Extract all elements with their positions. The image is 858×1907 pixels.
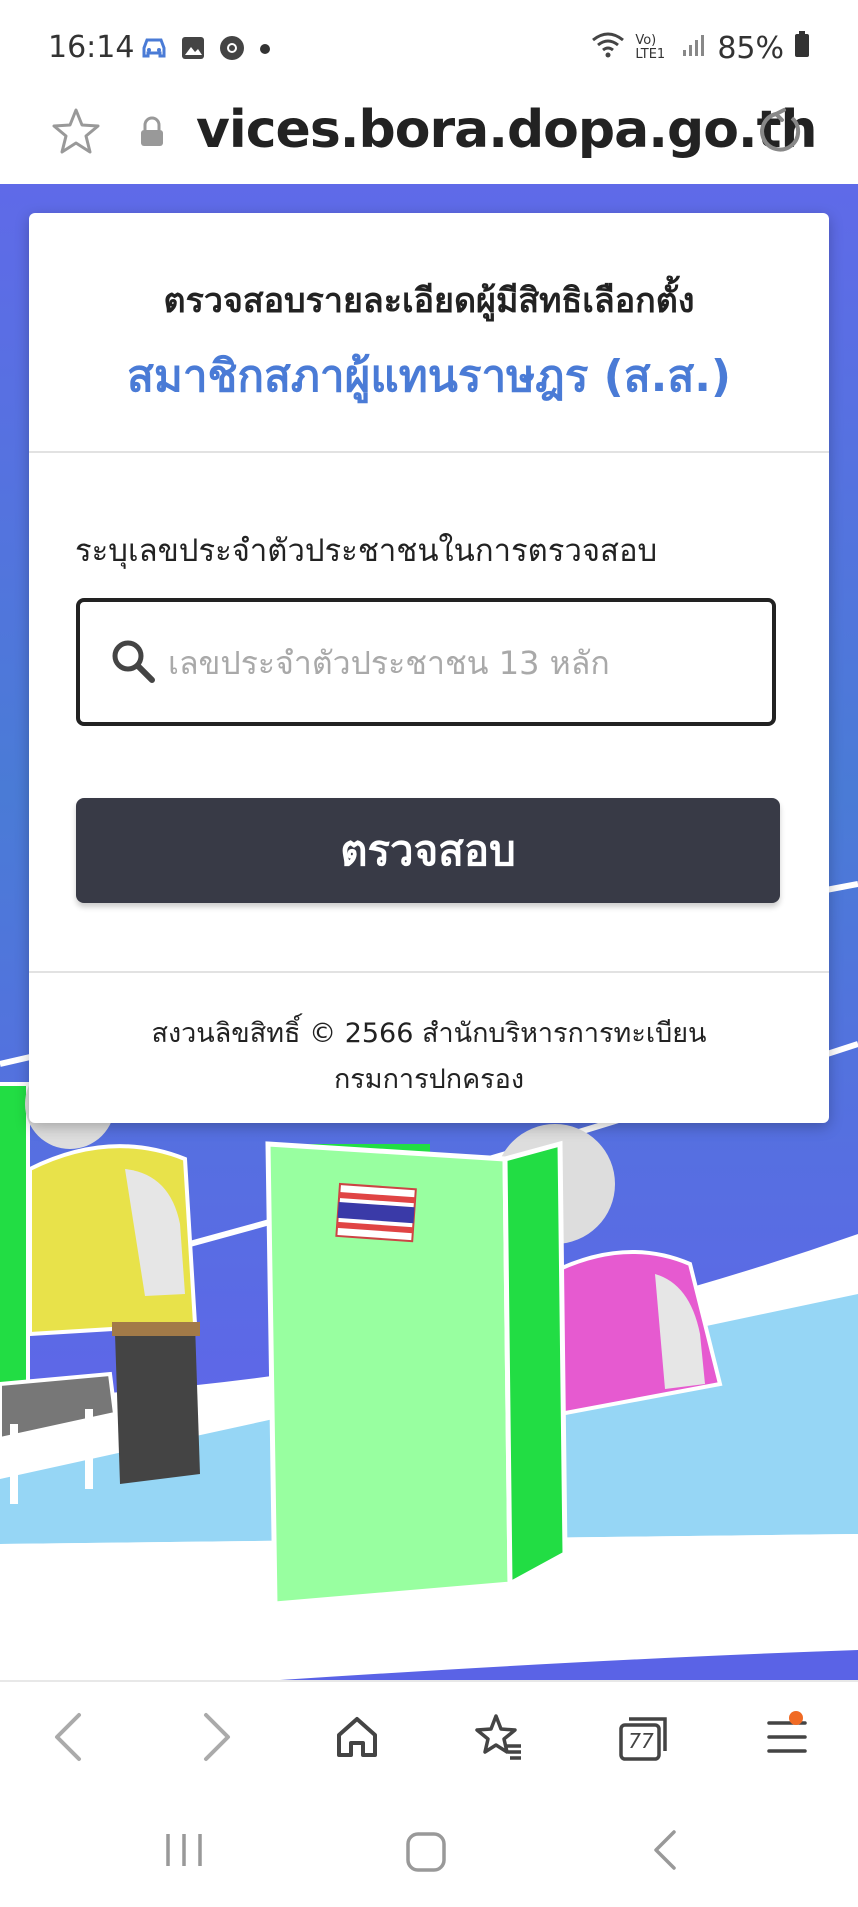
signal-icon: [681, 31, 707, 66]
notification-dot: [789, 1711, 803, 1725]
battery-icon: [794, 30, 810, 66]
wifi-icon: [591, 30, 625, 66]
page-title: ตรวจสอบรายละเอียดผู้มีสิทธิเลือกตั้ง: [163, 281, 695, 321]
lock-icon: [138, 116, 166, 152]
network-label: Vo) LTE1: [635, 33, 666, 62]
car-icon: [140, 36, 168, 64]
chrome-icon: [218, 34, 246, 66]
back-button[interactable]: [34, 1704, 104, 1774]
card-header: ตรวจสอบรายละเอียดผู้มีสิทธิเลือกตั้ง สมา…: [29, 213, 829, 453]
system-nav-bar: [0, 1790, 858, 1907]
back-icon: [49, 1711, 89, 1767]
url-bar[interactable]: vices.bora.dopa.go.th: [0, 96, 858, 186]
status-right: Vo) LTE1 85%: [591, 30, 810, 66]
status-time: 16:14: [48, 30, 135, 65]
menu-icon: [765, 1711, 809, 1761]
home-system-icon[interactable]: [404, 1830, 448, 1878]
tab-count: 77: [628, 1729, 654, 1753]
system-back-icon[interactable]: [650, 1828, 680, 1876]
forward-button[interactable]: [181, 1704, 251, 1774]
status-bar: 16:14 Vo) LTE1 85%: [0, 0, 858, 96]
id-field-label: ระบุเลขประจำตัวประชาชนในการตรวจสอบ: [75, 533, 658, 569]
home-button[interactable]: [322, 1704, 392, 1774]
home-icon: [333, 1713, 381, 1765]
id-search-box[interactable]: [76, 598, 776, 726]
check-voter-card: ตรวจสอบรายละเอียดผู้มีสิทธิเลือกตั้ง สมา…: [29, 213, 829, 1123]
dot-icon: [258, 41, 272, 60]
department-text: กรมการปกครอง: [333, 1064, 525, 1095]
check-button[interactable]: ตรวจสอบ: [76, 798, 780, 903]
star-icon[interactable]: [50, 106, 102, 162]
forward-icon: [196, 1711, 236, 1767]
url-text[interactable]: vices.bora.dopa.go.th: [196, 100, 818, 160]
tabs-icon: 77: [617, 1715, 669, 1763]
tabs-button[interactable]: 77: [608, 1704, 678, 1774]
page-subtitle: สมาชิกสภาผู้แทนราษฎร (ส.ส.): [126, 351, 732, 402]
recent-apps-icon[interactable]: [162, 1830, 206, 1874]
image-icon: [180, 35, 206, 65]
bookmarks-button[interactable]: [464, 1704, 534, 1774]
battery-percent: 85%: [717, 30, 784, 66]
status-icons-left: [140, 34, 272, 66]
reload-icon[interactable]: [754, 106, 806, 162]
menu-button[interactable]: [752, 1704, 822, 1774]
copyright-text: สงวนลิขสิทธิ์ © 2566 สำนักบริหารการทะเบี…: [151, 1018, 707, 1049]
browser-nav-bar: 77: [0, 1680, 858, 1792]
citizen-id-input[interactable]: [166, 626, 750, 700]
search-icon: [110, 638, 156, 688]
bookmarks-icon: [474, 1712, 524, 1766]
card-footer: สงวนลิขสิทธิ์ © 2566 สำนักบริหารการทะเบี…: [29, 971, 829, 1125]
